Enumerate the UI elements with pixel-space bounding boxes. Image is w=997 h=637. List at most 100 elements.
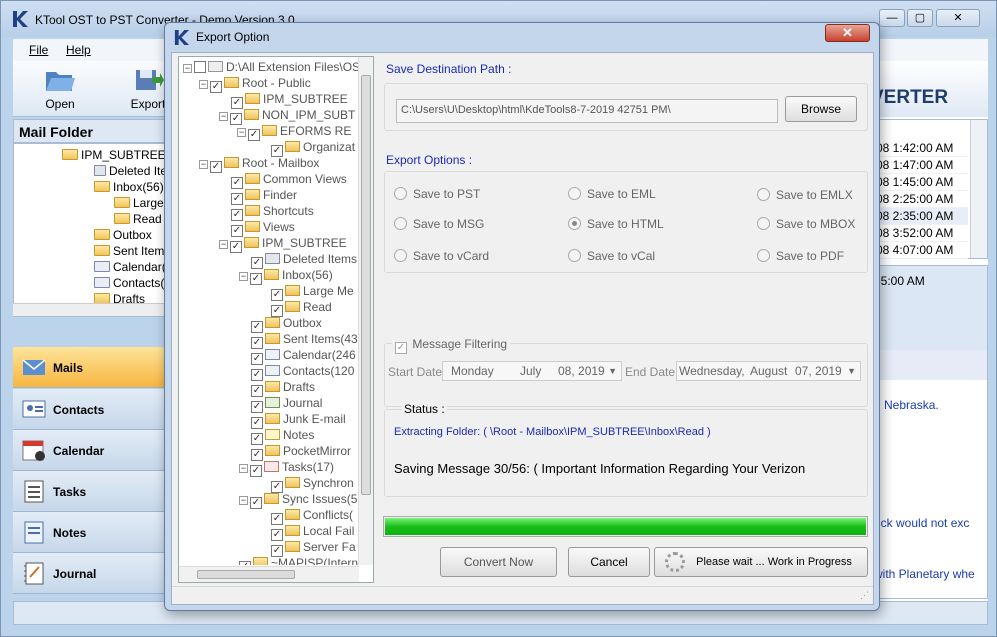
tree-checkbox[interactable] [248, 129, 260, 141]
collapse-icon[interactable]: − [199, 160, 208, 169]
nav-contacts[interactable]: Contacts [13, 389, 169, 430]
collapse-icon[interactable]: − [239, 464, 248, 473]
folder-item[interactable]: Outbox [94, 228, 152, 242]
radio-save-mbox[interactable]: Save to MBOX [757, 217, 855, 231]
tree-item[interactable]: Deleted Items [251, 251, 357, 269]
radio-save-vcard[interactable]: Save to vCard [394, 249, 489, 263]
tree-item[interactable]: Local Fail [271, 523, 354, 541]
tree-item[interactable]: Sent Items(43 [251, 331, 358, 349]
collapse-icon[interactable]: − [219, 240, 228, 249]
message-filtering-checkbox[interactable]: Message Filtering [392, 337, 511, 354]
tree-vertical-scrollbar[interactable] [358, 57, 373, 565]
tree-item[interactable]: Common Views [231, 171, 347, 189]
radio-save-emlx[interactable]: Save to EMLX [757, 188, 853, 202]
tree-item[interactable]: −Tasks(17) [239, 459, 334, 477]
nav-mails[interactable]: Mails [13, 347, 169, 388]
collapse-icon[interactable]: − [183, 64, 192, 73]
collapse-icon[interactable]: − [239, 496, 248, 505]
browse-button[interactable]: Browse [785, 96, 857, 122]
tree-item[interactable]: −Sync Issues(5 [239, 491, 357, 509]
folder-item[interactable]: Sent Items [94, 244, 168, 258]
tree-checkbox[interactable] [230, 241, 242, 253]
mail-row[interactable]: 08 1:45:00 AM [872, 174, 968, 191]
resize-grip-icon[interactable]: ⋰ [860, 590, 869, 601]
nav-tasks[interactable]: Tasks [13, 471, 169, 512]
tree-item[interactable]: Outbox [251, 315, 322, 333]
tree-checkbox[interactable] [250, 273, 262, 285]
radio-save-pdf[interactable]: Save to PDF [757, 249, 844, 263]
tree-item[interactable]: Drafts [251, 379, 315, 397]
tree-item[interactable]: −Inbox(56) [239, 267, 333, 285]
mail-row[interactable]: 08 3:52:00 AM [872, 225, 968, 242]
collapse-icon[interactable]: − [219, 112, 228, 121]
folder-item[interactable]: Calendar(2 [94, 260, 168, 274]
folder-item[interactable]: IPM_SUBTREE [62, 148, 166, 162]
collapse-icon[interactable]: − [239, 272, 248, 281]
tree-item[interactable]: −Root - Public [199, 75, 311, 93]
collapse-icon[interactable]: − [237, 128, 246, 137]
nav-journal[interactable]: Journal [13, 553, 169, 594]
minimize-button[interactable]: — [879, 9, 905, 27]
tree-item[interactable]: Contacts(120 [251, 363, 354, 381]
tree-hscroll-thumb[interactable] [197, 570, 295, 579]
radio-save-pst[interactable]: Save to PST [394, 187, 480, 201]
folder-item[interactable]: Contacts(1 [94, 276, 168, 290]
radio-save-msg[interactable]: Save to MSG [394, 217, 484, 231]
tree-item[interactable]: Conflicts( [271, 507, 353, 525]
tree-item[interactable]: Server Fa [271, 539, 356, 557]
tree-item[interactable]: −Root - Mailbox [199, 155, 319, 173]
tree-item[interactable]: ~MAPISP(Interna [239, 555, 365, 565]
destination-path-field[interactable]: C:\Users\U\Desktop\html\KdeTools8-7-2019… [396, 99, 778, 123]
radio-save-html[interactable]: Save to HTML [568, 217, 664, 231]
mail-row[interactable]: 08 1:47:00 AM [872, 157, 968, 174]
mail-row[interactable]: 08 4:07:00 AM [872, 242, 968, 259]
mail-list-scrollbar[interactable] [970, 120, 987, 258]
tree-item[interactable]: Large Me [271, 283, 354, 301]
folder-item[interactable]: Large [114, 196, 164, 210]
tree-scroll-thumb[interactable] [361, 75, 371, 495]
folder-item[interactable]: Read [114, 212, 162, 226]
menu-help[interactable]: Help [66, 43, 91, 57]
start-date-picker[interactable]: Monday July 08, 2019 ▼ [442, 361, 622, 381]
tree-item[interactable]: −EFORMS RE [237, 123, 351, 141]
close-button[interactable]: ✕ [936, 9, 980, 27]
tree-item[interactable]: − D:\All Extension Files\OST [183, 59, 367, 75]
tree-checkbox[interactable] [250, 497, 262, 509]
tree-horizontal-scrollbar[interactable] [179, 566, 359, 582]
folder-item[interactable]: Deleted Items [94, 164, 168, 178]
tree-item[interactable]: Organizat [271, 139, 355, 157]
maximize-button[interactable]: ▢ [907, 9, 933, 27]
mail-row[interactable]: 08 2:35:00 AM [872, 208, 968, 225]
end-date-picker[interactable]: Wednesday, August 07, 2019 ▼ [676, 361, 861, 381]
tree-checkbox[interactable] [250, 465, 262, 477]
nav-notes[interactable]: Notes [13, 512, 169, 553]
tree-item[interactable]: Synchron [271, 475, 354, 493]
tree-item[interactable]: −IPM_SUBTREE [219, 235, 347, 253]
open-button[interactable]: Open [25, 61, 95, 117]
folder-tree-hscroll[interactable] [13, 303, 169, 316]
tree-item[interactable]: Views [231, 219, 295, 237]
tree-checkbox[interactable] [210, 81, 222, 93]
tree-item[interactable]: IPM_SUBTREE [231, 91, 348, 109]
radio-save-eml[interactable]: Save to EML [568, 187, 656, 201]
tree-item[interactable]: Notes [251, 427, 314, 445]
tree-item[interactable]: PocketMirror [251, 443, 351, 461]
convert-now-button[interactable]: Convert Now [440, 547, 557, 577]
mail-row[interactable]: 08 1:42:00 AM [872, 140, 968, 157]
tree-item[interactable]: Journal [251, 395, 322, 413]
nav-calendar[interactable]: Calendar [13, 430, 169, 471]
radio-save-vcal[interactable]: Save to vCal [568, 249, 655, 263]
folder-item[interactable]: Inbox(56) [94, 180, 164, 194]
cancel-button[interactable]: Cancel [568, 547, 650, 577]
collapse-icon[interactable]: − [199, 80, 208, 89]
menu-file[interactable]: File [29, 43, 48, 57]
tree-item[interactable]: Junk E-mail [251, 411, 346, 429]
tree-item[interactable]: Calendar(246 [251, 347, 356, 365]
tree-item[interactable]: −NON_IPM_SUBT [219, 107, 355, 125]
tree-item[interactable]: Shortcuts [231, 203, 314, 221]
tree-item[interactable]: Finder [231, 187, 297, 205]
tree-checkbox[interactable] [239, 561, 251, 565]
tree-checkbox[interactable] [194, 61, 206, 73]
dialog-close-button[interactable]: ✕ [825, 24, 870, 42]
tree-checkbox[interactable] [210, 161, 222, 173]
